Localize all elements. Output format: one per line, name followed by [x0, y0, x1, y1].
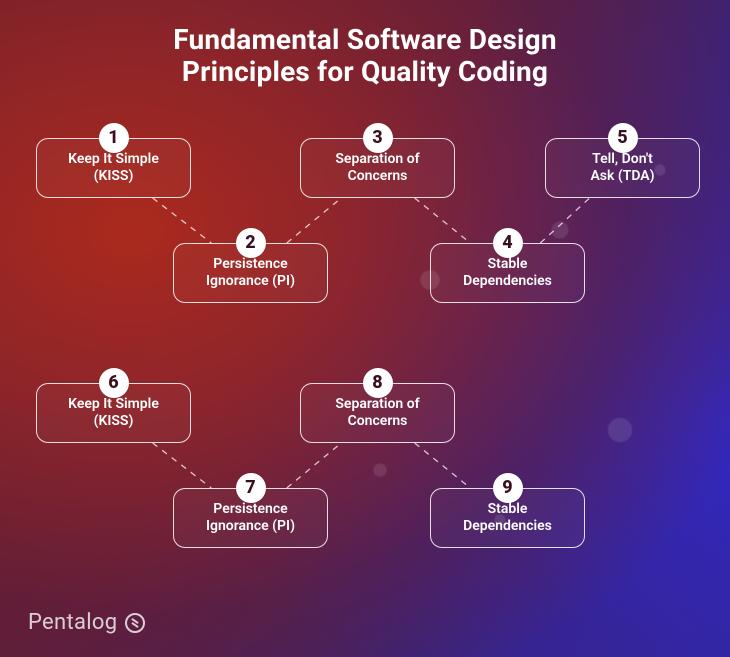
- principle-node: 8Separation of Concerns: [300, 383, 455, 443]
- node-label: Persistence Ignorance (PI): [206, 256, 295, 291]
- connector-line: [153, 443, 212, 488]
- connector-line: [415, 443, 471, 488]
- connector-line: [415, 198, 471, 243]
- brand-name: Pentalog: [28, 610, 117, 635]
- principle-node: 1Keep It Simple (KISS): [36, 138, 191, 198]
- connector-line: [540, 198, 589, 243]
- principle-node: 4Stable Dependencies: [430, 243, 585, 303]
- node-number-badge: 6: [99, 368, 129, 398]
- connector-line: [287, 198, 341, 243]
- node-label: Separation of Concerns: [335, 396, 419, 431]
- node-number-badge: 5: [608, 123, 638, 153]
- principle-node: 9Stable Dependencies: [430, 488, 585, 548]
- node-number-badge: 1: [99, 123, 129, 153]
- node-label: Keep It Simple (KISS): [68, 151, 159, 186]
- node-number-badge: 7: [236, 473, 266, 503]
- brand: Pentalog: [28, 610, 145, 635]
- principle-node: 3Separation of Concerns: [300, 138, 455, 198]
- node-label: Tell, Don't Ask (TDA): [590, 151, 654, 186]
- node-number-badge: 8: [363, 368, 393, 398]
- node-number-badge: 4: [493, 228, 523, 258]
- node-number-badge: 2: [236, 228, 266, 258]
- connector-line: [287, 443, 341, 488]
- brand-logo-icon: [125, 613, 145, 633]
- node-label: Persistence Ignorance (PI): [206, 501, 295, 536]
- node-number-badge: 9: [493, 473, 523, 503]
- diagram-stage: 1Keep It Simple (KISS)2Persistence Ignor…: [0, 98, 730, 618]
- node-label: Separation of Concerns: [335, 151, 419, 186]
- principle-node: 6Keep It Simple (KISS): [36, 383, 191, 443]
- connector-line: [153, 198, 212, 243]
- node-label: Keep It Simple (KISS): [68, 396, 159, 431]
- node-label: Stable Dependencies: [463, 256, 552, 291]
- principle-node: 7Persistence Ignorance (PI): [173, 488, 328, 548]
- page-title: Fundamental Software Design Principles f…: [0, 0, 730, 98]
- principle-node: 2Persistence Ignorance (PI): [173, 243, 328, 303]
- node-number-badge: 3: [363, 123, 393, 153]
- principle-node: 5Tell, Don't Ask (TDA): [545, 138, 700, 198]
- node-label: Stable Dependencies: [463, 501, 552, 536]
